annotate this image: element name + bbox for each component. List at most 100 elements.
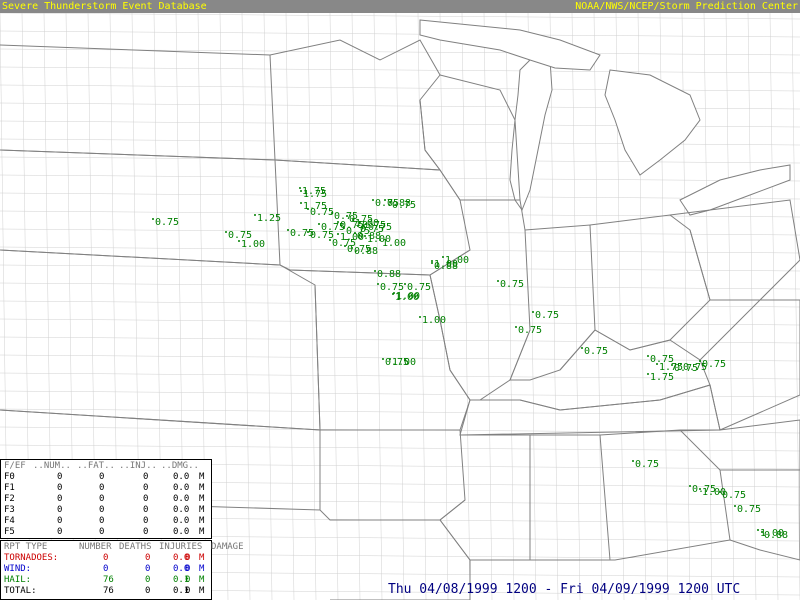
hail-report-label: 1.75 (650, 372, 674, 383)
hail-report-label: 1.00 (422, 315, 446, 326)
fscale-cell-num: 0 (57, 472, 63, 482)
report-cell-number: 76 (103, 586, 114, 596)
fscale-row: F0 0 0 0 0.0 M (1, 472, 213, 483)
lake-michigan (509, 54, 553, 212)
hail-report-label: 1.00 (395, 292, 419, 303)
fscale-cell-scale: F5 (4, 527, 15, 537)
hail-report-dot (689, 485, 691, 487)
fscale-cell-unit: M (199, 483, 205, 493)
report-cell-number: 0 (103, 553, 109, 563)
fscale-row: F3 0 0 0 0.0 M (1, 505, 213, 516)
report-cell-damage: 0.1 (173, 586, 190, 596)
report-cell-deaths: 0 (145, 564, 151, 574)
report-row: TORNADOES: 0 0 0 0.0 M (1, 553, 213, 564)
fscale-cell-scale: F2 (4, 494, 15, 504)
hail-report-dot (497, 280, 499, 282)
hail-report-dot (656, 363, 658, 365)
hail-report-dot (238, 240, 240, 242)
hail-report-dot (379, 239, 381, 241)
report-cell-unit: M (199, 586, 205, 596)
header-number: NUMBER (79, 542, 112, 552)
hail-report-label: 0.75 (407, 282, 431, 293)
report-cell-type: TOTAL: (4, 586, 37, 596)
fscale-cell-num: 0 (57, 505, 63, 515)
hail-report-label: 0.75 (584, 346, 608, 357)
hail-report-dot (392, 293, 394, 295)
hail-report-label: 1.25 (257, 213, 281, 224)
fscale-cell-unit: M (199, 472, 205, 482)
report-cell-unit: M (199, 564, 205, 574)
hail-report-label: 0.88 (764, 530, 788, 541)
fscale-cell-unit: M (199, 494, 205, 504)
hail-report-label: 0.75 (310, 207, 334, 218)
report-cell-damage: 0.0 (173, 564, 190, 574)
hail-report-dot (671, 364, 673, 366)
header-rpt-type: RPT TYPE (4, 542, 48, 552)
hail-report-label: 0.75 (500, 279, 524, 290)
hail-report-label: 0.88 (377, 269, 401, 280)
lake-erie (679, 164, 791, 216)
fscale-cell-scale: F0 (4, 472, 15, 482)
report-cell-deaths: 0 (145, 575, 151, 585)
hail-report-label: 0.75 (702, 359, 726, 370)
fscale-cell-dmg: 0.0 (173, 516, 190, 526)
report-cell-type: HAIL: (4, 575, 32, 585)
hail-report-dot (346, 215, 348, 217)
hail-report-dot (344, 245, 346, 247)
header-fef: F/EF (4, 461, 26, 471)
hail-report-dot (382, 358, 384, 360)
hail-report-dot (152, 218, 154, 220)
header-dmg: ..DMG.. (161, 461, 199, 471)
fscale-cell-num: 0 (57, 527, 63, 537)
fscale-row: F2 0 0 0 0.0 M (1, 494, 213, 505)
fscale-cell-fat: 0 (99, 483, 105, 493)
hail-report-dot (699, 488, 701, 490)
hail-report-dot (632, 460, 634, 462)
fscale-cell-dmg: 0.0 (173, 527, 190, 537)
hail-report-dot (365, 223, 367, 225)
hail-report-dot (254, 214, 256, 216)
report-cell-damage: 0.0 (173, 553, 190, 563)
hail-report-label: 0.75 (635, 459, 659, 470)
hail-report-dot (389, 201, 391, 203)
fscale-cell-num: 0 (57, 494, 63, 504)
hail-report-dot (384, 199, 386, 201)
report-cell-unit: M (199, 553, 205, 563)
fscale-cell-inj: 0 (143, 472, 149, 482)
fscale-cell-num: 0 (57, 516, 63, 526)
fscale-cell-scale: F4 (4, 516, 15, 526)
fscale-row: F5 0 0 0 0.0 M (1, 527, 213, 538)
fscale-header: F/EF ..NUM.. ..FAT.. ..INJ.. ..DMG.. (1, 461, 213, 472)
report-row: WIND: 0 0 0 0.0 M (1, 564, 213, 575)
fscale-cell-dmg: 0.0 (173, 472, 190, 482)
fscale-cell-fat: 0 (99, 494, 105, 504)
hail-report-dot (647, 373, 649, 375)
hail-report-dot (318, 223, 320, 225)
fscale-cell-inj: 0 (143, 516, 149, 526)
fscale-cell-inj: 0 (143, 483, 149, 493)
fscale-row: F4 0 0 0 0.0 M (1, 516, 213, 527)
hail-report-label: 0.75 (518, 325, 542, 336)
report-cell-unit: M (199, 575, 205, 585)
hail-report-dot (581, 347, 583, 349)
hail-report-dot (359, 221, 361, 223)
hail-report-dot (351, 247, 353, 249)
report-cell-deaths: 0 (145, 586, 151, 596)
hail-report-label: 1.00 (392, 357, 416, 368)
report-header: RPT TYPE NUMBER DEATHS INJURIES DAMAGE (1, 542, 244, 553)
header-injuries: INJURIES (159, 542, 203, 552)
fscale-cell-unit: M (199, 505, 205, 515)
header-fat: ..FAT.. (77, 461, 115, 471)
hail-report-label: 0.75 (392, 200, 416, 211)
hail-report-dot (307, 231, 309, 233)
report-cell-type: TORNADOES: (4, 553, 59, 563)
hail-report-dot (757, 529, 759, 531)
database-title: Severe Thunderstorm Event Database (2, 1, 207, 12)
fscale-cell-fat: 0 (99, 505, 105, 515)
fscale-cell-fat: 0 (99, 527, 105, 537)
hail-report-label: 0.75 (737, 504, 761, 515)
date-range: Thu 04/08/1999 1200 - Fri 04/09/1999 120… (388, 582, 741, 597)
hail-report-dot (699, 360, 701, 362)
hail-report-dot (300, 202, 302, 204)
hail-report-dot (357, 225, 359, 227)
